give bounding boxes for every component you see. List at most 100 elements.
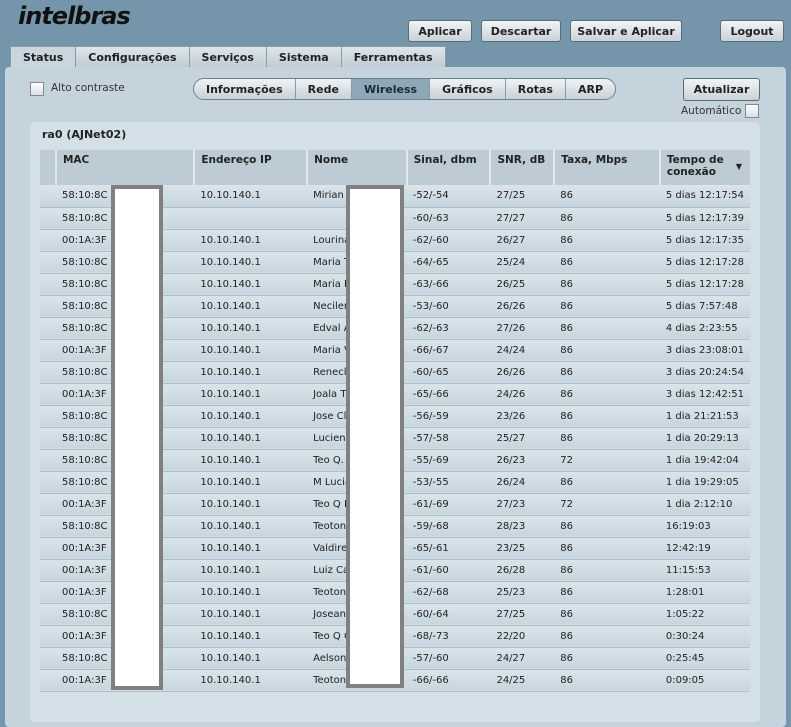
cell-rate: 86 [554, 317, 660, 340]
cell-signal: -57/-58 [406, 427, 491, 450]
cell-ip: 10.10.140.1 [194, 581, 308, 604]
cell-signal: -60/-64 [406, 603, 491, 626]
row-select-cell [40, 427, 56, 450]
col-uptime-label: Tempo de conexão [666, 154, 724, 178]
cell-snr: 27/25 [490, 185, 555, 208]
tab-servicos[interactable]: Serviços [188, 46, 267, 67]
tab-status[interactable]: Status [10, 46, 77, 68]
apply-button[interactable]: Aplicar [408, 20, 472, 42]
cell-snr: 24/25 [490, 669, 555, 692]
cell-uptime: 3 dias 23:08:01 [659, 339, 750, 362]
cell-signal: -64/-65 [406, 251, 491, 274]
cell-signal: -62/-68 [406, 581, 491, 604]
cell-uptime: 0:30:24 [659, 625, 750, 648]
cell-rate: 86 [554, 339, 660, 362]
cell-ip: 10.10.140.1 [194, 339, 308, 362]
row-select-cell [40, 251, 56, 274]
cell-rate: 86 [554, 581, 660, 604]
cell-ip: 10.10.140.1 [194, 559, 308, 582]
cell-ip: 10.10.140.1 [194, 251, 308, 274]
cell-rate: 86 [554, 515, 660, 538]
cell-signal: -63/-66 [406, 273, 491, 296]
tab-ferramentas[interactable]: Ferramentas [340, 46, 446, 67]
cell-snr: 26/24 [490, 471, 555, 494]
cell-snr: 26/27 [490, 229, 555, 252]
cell-snr: 25/23 [490, 581, 555, 604]
intelbras-logo: intelbras [18, 2, 131, 30]
save-apply-button[interactable]: Salvar e Aplicar [570, 20, 682, 42]
cell-uptime: 5 dias 12:17:28 [659, 251, 750, 274]
cell-rate: 86 [554, 273, 660, 296]
tab-configuracoes[interactable]: Configurações [75, 46, 190, 67]
cell-ip: 10.10.140.1 [194, 295, 308, 318]
cell-ip: 10.10.140.1 [194, 449, 308, 472]
cell-ip: 10.10.140.1 [194, 383, 308, 406]
cell-uptime: 5 dias 12:17:35 [659, 229, 750, 252]
cell-signal: -59/-68 [406, 515, 491, 538]
cell-signal: -53/-60 [406, 295, 491, 318]
discard-button[interactable]: Descartar [481, 20, 561, 42]
cell-snr: 23/26 [490, 405, 555, 428]
cell-ip: 10.10.140.1 [194, 515, 308, 538]
cell-uptime: 12:42:19 [659, 537, 750, 560]
logout-button[interactable]: Logout [720, 20, 784, 42]
cell-signal: -61/-60 [406, 559, 491, 582]
col-uptime[interactable]: Tempo de conexão ▼ [659, 150, 750, 185]
cell-rate: 86 [554, 647, 660, 670]
subtab-graficos[interactable]: Gráficos [430, 79, 506, 99]
col-mac[interactable]: MAC [55, 150, 196, 185]
cell-snr: 23/25 [490, 537, 555, 560]
subtab-informacoes[interactable]: Informações [194, 79, 296, 99]
section-title: ra0 (AJNet02) [42, 128, 127, 141]
cell-snr: 22/20 [490, 625, 555, 648]
cell-uptime: 5 dias 12:17:28 [659, 273, 750, 296]
col-rate[interactable]: Taxa, Mbps [554, 150, 661, 185]
cell-rate: 86 [554, 471, 660, 494]
high-contrast-checkbox[interactable] [30, 82, 44, 96]
cell-rate: 86 [554, 251, 660, 274]
cell-ip: 10.10.140.1 [194, 273, 308, 296]
cell-ip: 10.10.140.1 [194, 185, 308, 208]
cell-snr: 27/26 [490, 317, 555, 340]
tab-sistema[interactable]: Sistema [265, 46, 342, 67]
row-select-cell [40, 383, 56, 406]
cell-signal: -66/-66 [406, 669, 491, 692]
row-select-cell [40, 273, 56, 296]
redaction-box-name [346, 185, 404, 688]
automatic-checkbox[interactable] [745, 104, 759, 118]
cell-snr: 28/23 [490, 515, 555, 538]
row-select-cell [40, 559, 56, 582]
col-snr[interactable]: SNR, dB [490, 150, 556, 185]
subtab-rotas[interactable]: Rotas [506, 79, 566, 99]
cell-uptime: 5 dias 7:57:48 [659, 295, 750, 318]
cell-snr: 26/26 [490, 295, 555, 318]
subtab-wireless[interactable]: Wireless [351, 79, 431, 99]
cell-rate: 86 [554, 229, 660, 252]
cell-snr: 27/27 [490, 207, 555, 230]
cell-signal: -66/-67 [406, 339, 491, 362]
status-subtabs: Informações Rede Wireless Gráficos Rotas… [193, 78, 617, 100]
subtab-arp[interactable]: ARP [566, 79, 615, 99]
cell-snr: 24/27 [490, 647, 555, 670]
subtab-rede[interactable]: Rede [296, 79, 352, 99]
col-name[interactable]: Nome [307, 150, 408, 185]
col-ip[interactable]: Endereço IP [194, 150, 309, 185]
row-select-cell [40, 339, 56, 362]
row-select-cell [40, 515, 56, 538]
cell-uptime: 1:28:01 [659, 581, 750, 604]
redaction-box-mac [111, 185, 163, 690]
cell-signal: -57/-60 [406, 647, 491, 670]
cell-uptime: 1 dia 19:29:05 [659, 471, 750, 494]
cell-snr: 26/23 [490, 449, 555, 472]
cell-signal: -62/-60 [406, 229, 491, 252]
row-select-cell [40, 295, 56, 318]
col-signal[interactable]: Sinal, dbm [406, 150, 492, 185]
cell-ip: 10.10.140.1 [194, 603, 308, 626]
row-select-cell [40, 361, 56, 384]
refresh-button[interactable]: Atualizar [683, 78, 760, 101]
cell-uptime: 3 dias 20:24:54 [659, 361, 750, 384]
cell-ip: 10.10.140.1 [194, 405, 308, 428]
cell-rate: 86 [554, 185, 660, 208]
high-contrast-label: Alto contraste [51, 82, 125, 94]
cell-ip: 10.10.140.1 [194, 493, 308, 516]
